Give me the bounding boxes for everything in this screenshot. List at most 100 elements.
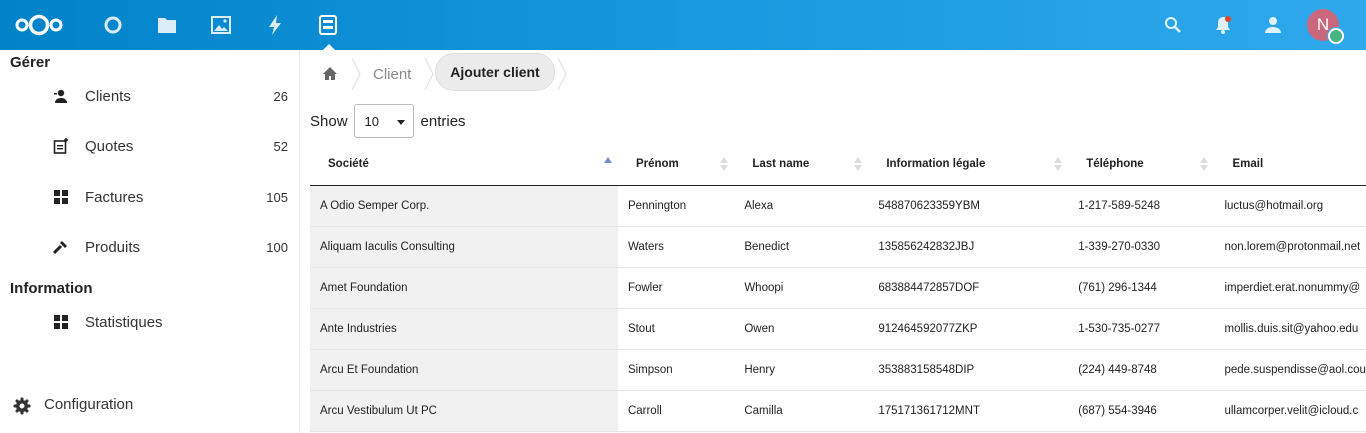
- status-online-icon: [1327, 27, 1345, 45]
- crm-app-icon[interactable]: [316, 13, 340, 50]
- table-row[interactable]: Ante Industries Stout Owen 912464592077Z…: [310, 308, 1366, 350]
- sort-icon: [1200, 157, 1209, 171]
- sidebar-item-quotes[interactable]: Quotes 52: [0, 129, 299, 163]
- cell-information-legale: 175171361712MNT: [868, 390, 1069, 432]
- contacts-icon: [53, 88, 69, 104]
- activity-app-icon[interactable]: [263, 13, 287, 37]
- cell-last-name: Benedict: [734, 226, 869, 268]
- add-client-button[interactable]: Ajouter client: [435, 53, 555, 91]
- cell-email: ullamcorper.velit@icloud.c: [1214, 390, 1366, 432]
- contacts-menu-icon[interactable]: [1262, 14, 1284, 36]
- table-row[interactable]: Arcu Et Foundation Simpson Henry 3538831…: [310, 349, 1366, 391]
- cell-societe: Ante Industries: [310, 308, 618, 350]
- chevron-down-icon: [396, 120, 405, 125]
- cell-information-legale: 353883158548DIP: [868, 349, 1069, 391]
- column-header-information-legale[interactable]: Information légale: [868, 143, 1069, 186]
- breadcrumb-home[interactable]: [322, 56, 346, 92]
- cell-email: imperdiet.erat.nonummy@: [1214, 267, 1366, 309]
- cell-information-legale: 135856242832JBJ: [868, 226, 1069, 268]
- sidebar-item-count: 105: [266, 189, 288, 205]
- breadcrumb-separator-icon: [351, 57, 361, 91]
- cell-societe: Arcu Vestibulum Ut PC: [310, 390, 618, 432]
- sort-ascending-icon: [603, 157, 612, 163]
- sidebar-item-label: Quotes: [85, 137, 134, 155]
- cell-telephone: 1-217-589-5248: [1068, 185, 1215, 227]
- table-row[interactable]: Aliquam Iaculis Consulting Waters Benedi…: [310, 226, 1366, 268]
- sort-icon: [720, 157, 729, 171]
- sidebar-item-factures[interactable]: Factures 105: [0, 180, 299, 214]
- table-header-row: Société Prénom Last name Information lég…: [310, 143, 1366, 186]
- cell-prenom: Waters: [617, 226, 735, 268]
- wrench-icon: [53, 239, 69, 255]
- nav-caption-manage: Gérer: [10, 54, 51, 71]
- cell-information-legale: 912464592077ZKP: [868, 308, 1069, 350]
- app-content: Client Ajouter client Show 10 entries So…: [300, 50, 1366, 433]
- notifications-bell-icon[interactable]: [1212, 14, 1234, 36]
- cell-societe: Aliquam Iaculis Consulting: [310, 226, 618, 268]
- cell-information-legale: 683884472857DOF: [868, 267, 1069, 309]
- clients-table: Société Prénom Last name Information lég…: [310, 143, 1366, 432]
- sidebar-item-statistiques[interactable]: Statistiques: [0, 305, 299, 339]
- column-header-telephone[interactable]: Téléphone: [1068, 143, 1215, 186]
- cell-last-name: Alexa: [734, 185, 869, 227]
- cell-email: pede.suspendisse@aol.cou: [1214, 349, 1366, 391]
- breadcrumb-separator-icon: [557, 57, 567, 91]
- cell-email: non.lorem@protonmail.net: [1214, 226, 1366, 268]
- cell-societe: Amet Foundation: [310, 267, 618, 309]
- column-header-societe[interactable]: Société: [310, 143, 618, 186]
- nav-caption-information: Information: [10, 280, 93, 297]
- column-header-email[interactable]: Email: [1214, 143, 1366, 186]
- cell-telephone: 1-339-270-0330: [1068, 226, 1215, 268]
- cell-prenom: Pennington: [617, 185, 735, 227]
- sidebar-item-count: 26: [273, 88, 288, 104]
- cell-telephone: (224) 449-8748: [1068, 349, 1215, 391]
- sidebar-item-label: Factures: [85, 188, 144, 206]
- cell-societe: Arcu Et Foundation: [310, 349, 618, 391]
- cell-prenom: Simpson: [617, 349, 735, 391]
- settings-label: Configuration: [44, 396, 134, 413]
- table-row[interactable]: Arcu Vestibulum Ut PC Carroll Camilla 17…: [310, 390, 1366, 432]
- grid-icon: [53, 189, 69, 205]
- sidebar-item-label: Statistiques: [85, 313, 163, 331]
- cell-telephone: (687) 554-3946: [1068, 390, 1215, 432]
- column-header-last-name[interactable]: Last name: [734, 143, 869, 186]
- search-icon[interactable]: [1162, 14, 1184, 36]
- dashboard-app-icon[interactable]: [101, 13, 125, 37]
- gear-icon: [13, 397, 31, 415]
- breadcrumb-client[interactable]: Client: [373, 56, 411, 92]
- entries-select[interactable]: 10: [353, 104, 414, 138]
- cell-prenom: Stout: [617, 308, 735, 350]
- cell-prenom: Fowler: [617, 267, 735, 309]
- column-header-prenom[interactable]: Prénom: [617, 143, 735, 186]
- table-row[interactable]: A Odio Semper Corp. Pennington Alexa 548…: [310, 185, 1366, 227]
- user-avatar[interactable]: N: [1307, 9, 1345, 45]
- cell-information-legale: 548870623359YBM: [868, 185, 1069, 227]
- sidebar-item-produits[interactable]: Produits 100: [0, 230, 299, 264]
- app-navigation: Gérer Clients 26 Quotes 52 Factures 105 …: [0, 50, 300, 433]
- sidebar-item-label: Produits: [85, 238, 141, 256]
- entries-select-value: 10: [364, 113, 379, 129]
- nextcloud-logo-icon[interactable]: [14, 11, 64, 39]
- cell-societe: A Odio Semper Corp.: [310, 185, 618, 227]
- show-label: Show: [310, 112, 348, 130]
- files-app-icon[interactable]: [155, 13, 179, 37]
- sidebar-item-clients[interactable]: Clients 26: [0, 79, 299, 113]
- sort-icon: [1054, 157, 1063, 171]
- entries-label: entries: [420, 112, 466, 130]
- table-row[interactable]: Amet Foundation Fowler Whoopi 6838844728…: [310, 267, 1366, 309]
- cell-telephone: 1-530-735-0277: [1068, 308, 1215, 350]
- quote-icon: [53, 138, 69, 154]
- grid-icon: [53, 314, 69, 330]
- cell-last-name: Henry: [734, 349, 869, 391]
- sidebar-item-count: 100: [266, 239, 288, 255]
- cell-prenom: Carroll: [617, 390, 735, 432]
- photos-app-icon[interactable]: [209, 13, 233, 37]
- entries-length-control: Show 10 entries: [310, 104, 466, 138]
- breadcrumb-separator-icon: [424, 57, 434, 91]
- settings-button[interactable]: Configuration: [0, 388, 299, 422]
- cell-telephone: (761) 296-1344: [1068, 267, 1215, 309]
- sidebar-item-label: Clients: [85, 87, 131, 105]
- top-header: N: [0, 0, 1366, 50]
- cell-email: luctus@hotmail.org: [1214, 185, 1366, 227]
- cell-last-name: Owen: [734, 308, 869, 350]
